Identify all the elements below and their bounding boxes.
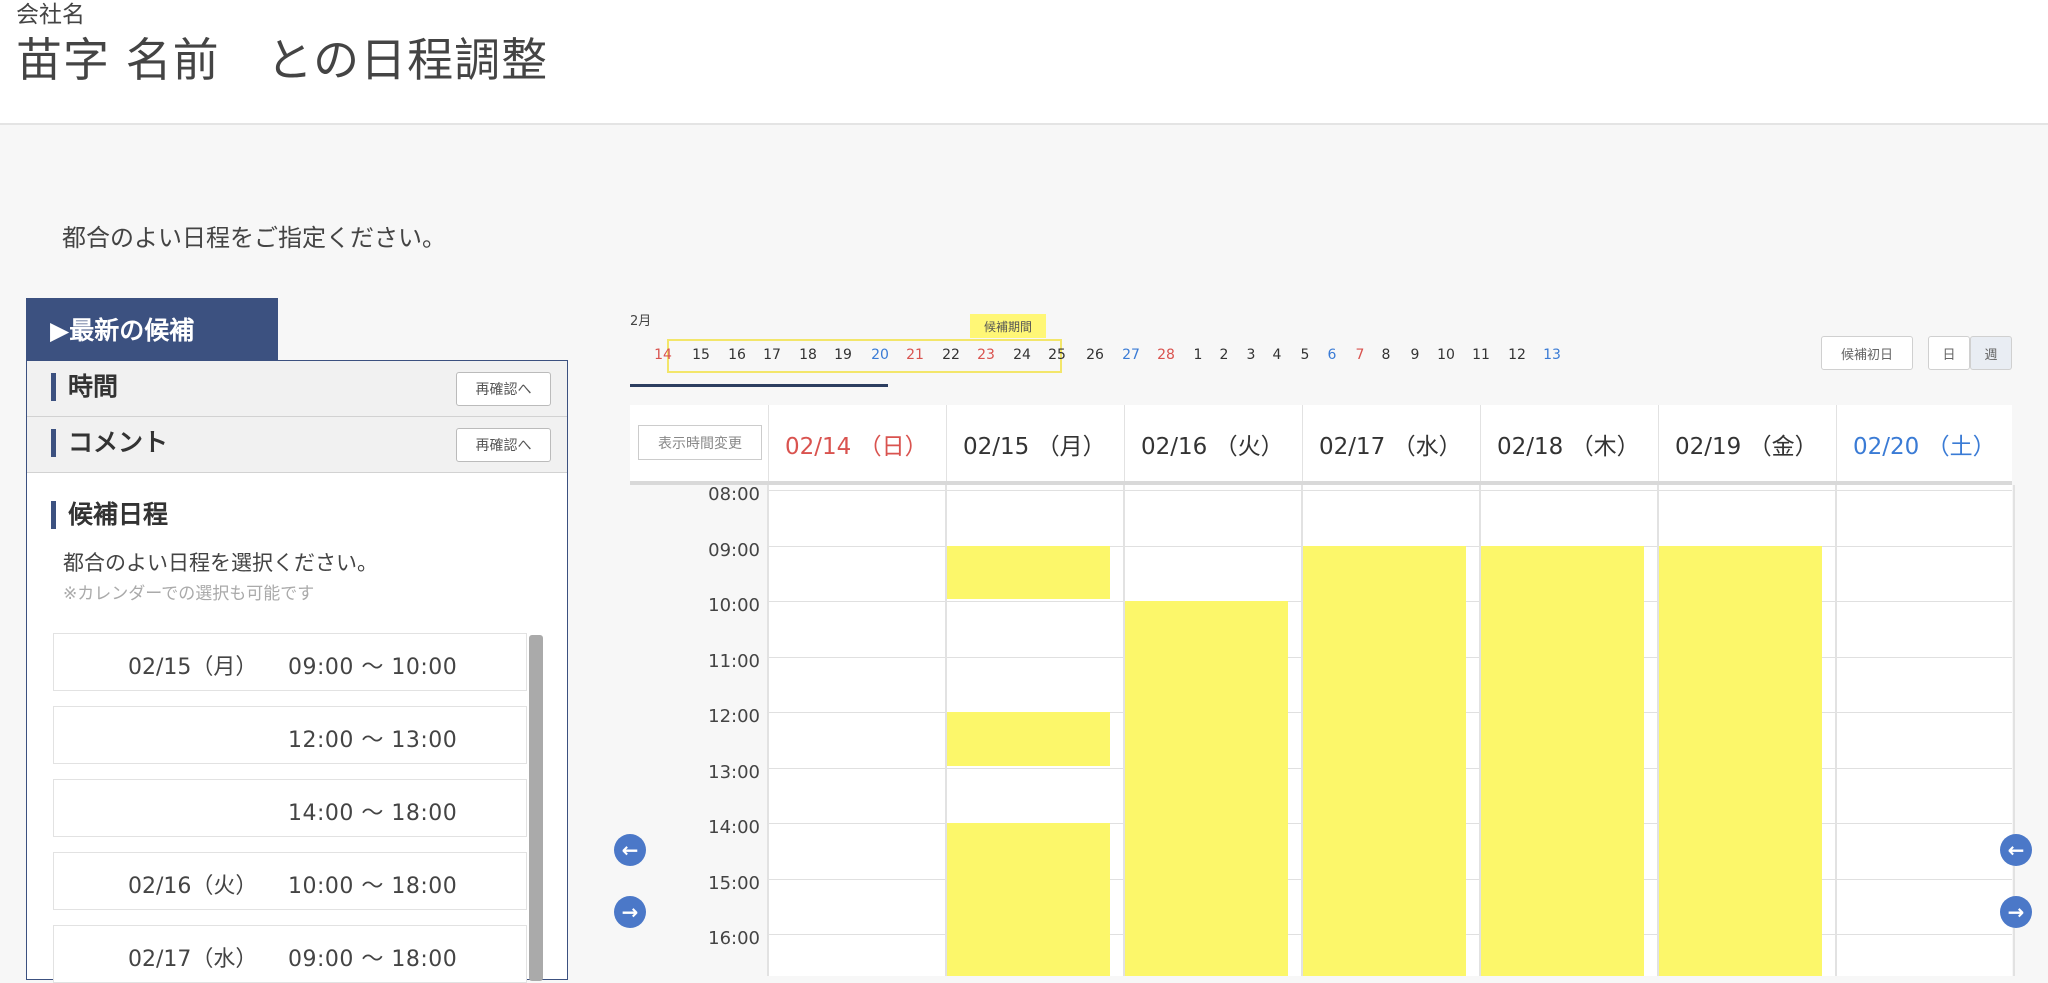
- arrow-right-icon[interactable]: →: [2000, 896, 2032, 928]
- day-header[interactable]: 02/19 （金）: [1658, 405, 1836, 482]
- slot-date: 02/17（水）: [128, 947, 258, 972]
- available-slot-block[interactable]: [1481, 545, 1644, 976]
- mini-calendar-day[interactable]: 14: [648, 347, 678, 363]
- time-label: 10:00: [708, 595, 760, 616]
- mini-calendar-day[interactable]: 20: [865, 347, 895, 363]
- mini-calendar-day[interactable]: 21: [900, 347, 930, 363]
- mini-calendar-day[interactable]: 25: [1042, 347, 1072, 363]
- slot-list-scrollbar[interactable]: [529, 635, 543, 981]
- time-label: 11:00: [708, 650, 760, 672]
- mini-calendar-day[interactable]: 18: [793, 347, 823, 363]
- first-candidate-day-button[interactable]: 候補初日: [1821, 336, 1913, 370]
- time-label: 14:00: [708, 817, 760, 838]
- mini-calendar-day[interactable]: 6: [1317, 347, 1347, 363]
- instruction-text: 都合のよい日程をご指定ください。: [62, 224, 446, 252]
- slot-time: 14:00 〜 18:00: [288, 801, 458, 826]
- arrow-left-icon[interactable]: ←: [614, 834, 646, 866]
- day-header[interactable]: 02/17 （水）: [1302, 405, 1480, 482]
- latest-candidates-tab[interactable]: ▶最新の候補: [26, 298, 278, 360]
- comment-section-label: コメント: [51, 429, 168, 457]
- candidates-title: 候補日程: [51, 501, 168, 529]
- mini-calendar-day[interactable]: 11: [1466, 347, 1496, 363]
- mini-calendar-day[interactable]: 26: [1080, 347, 1110, 363]
- comment-recheck-button[interactable]: 再確認へ: [456, 428, 551, 462]
- available-slot-block[interactable]: [1303, 545, 1466, 976]
- day-view-button[interactable]: 日: [1928, 336, 1970, 370]
- mini-calendar-day[interactable]: 12: [1502, 347, 1532, 363]
- candidate-slot[interactable]: 02/16（火） 10:00 〜 18:00: [53, 852, 527, 910]
- mini-calendar-day[interactable]: 15: [686, 347, 716, 363]
- time-label: 09:00: [708, 539, 760, 561]
- mini-calendar-day[interactable]: 24: [1007, 347, 1037, 363]
- company-name: 会社名: [16, 2, 85, 28]
- arrow-left-icon[interactable]: ←: [2000, 834, 2032, 866]
- day-column-line: [1835, 485, 1837, 976]
- slot-time: 09:00 〜 10:00: [288, 655, 458, 680]
- mini-calendar-day[interactable]: 5: [1290, 347, 1320, 363]
- time-label: 08:00: [708, 484, 760, 505]
- time-label: 12:00: [708, 706, 760, 727]
- mini-calendar-day[interactable]: 23: [971, 347, 1001, 363]
- candidates-note: ※カレンダーでの選択も可能です: [63, 584, 315, 604]
- time-label: 13:00: [708, 761, 760, 783]
- mini-calendar-day[interactable]: 8: [1371, 347, 1401, 363]
- day-header[interactable]: 02/16 （火）: [1124, 405, 1302, 482]
- hour-line: [768, 490, 2012, 491]
- available-slot-block[interactable]: [1125, 601, 1288, 976]
- mini-calendar-day[interactable]: 16: [722, 347, 752, 363]
- mini-calendar-day[interactable]: 9: [1400, 347, 1430, 363]
- candidate-slot[interactable]: 02/17（水） 09:00 〜 18:00: [53, 925, 527, 983]
- mini-calendar-day[interactable]: 13: [1537, 347, 1567, 363]
- header-bar: 会社名 苗字 名前 との日程調整: [0, 0, 2048, 125]
- day-header[interactable]: 02/15 （月）: [946, 405, 1124, 482]
- mini-calendar-day[interactable]: 17: [757, 347, 787, 363]
- candidate-period-badge: 候補期間: [970, 314, 1046, 338]
- time-section: 時間 再確認へ: [27, 361, 567, 417]
- available-slot-block[interactable]: [1659, 545, 1822, 976]
- time-label: 15:00: [708, 872, 760, 894]
- mini-calendar-month: 2月: [630, 314, 652, 329]
- slot-time: 12:00 〜 13:00: [288, 728, 458, 753]
- day-header[interactable]: 02/14 （日）: [768, 405, 946, 482]
- day-header[interactable]: 02/18 （木）: [1480, 405, 1658, 482]
- time-recheck-button[interactable]: 再確認へ: [456, 372, 551, 406]
- candidate-slot[interactable]: 14:00 〜 18:00: [53, 779, 527, 837]
- slot-time: 09:00 〜 18:00: [288, 947, 458, 972]
- day-column-line: [767, 485, 769, 976]
- available-slot-block[interactable]: [947, 545, 1110, 599]
- mini-calendar-day[interactable]: 22: [936, 347, 966, 363]
- slot-time: 10:00 〜 18:00: [288, 874, 458, 899]
- mini-calendar-day[interactable]: 10: [1431, 347, 1461, 363]
- mini-calendar-week-indicator: [630, 384, 888, 387]
- time-label: 16:00: [708, 928, 760, 949]
- mini-calendar-day[interactable]: 28: [1151, 347, 1181, 363]
- available-slot-block[interactable]: [947, 823, 1110, 976]
- available-slot-block[interactable]: [947, 712, 1110, 766]
- slot-date: 02/15（月）: [128, 655, 258, 680]
- candidates-panel: 時間 再確認へ コメント 再確認へ 候補日程 都合のよい日程を選択ください。 ※…: [26, 360, 568, 983]
- arrow-right-icon[interactable]: →: [614, 896, 646, 928]
- mini-calendar-day[interactable]: 27: [1116, 347, 1146, 363]
- day-header[interactable]: 02/20 （土）: [1836, 405, 2014, 482]
- week-view-button[interactable]: 週: [1970, 336, 2012, 370]
- time-section-label: 時間: [51, 373, 118, 401]
- candidate-slot[interactable]: 02/15（月） 09:00 〜 10:00: [53, 633, 527, 691]
- candidate-slot[interactable]: 12:00 〜 13:00: [53, 706, 527, 764]
- slot-date: 02/16（火）: [128, 874, 258, 899]
- mini-calendar-day[interactable]: 19: [828, 347, 858, 363]
- change-display-time-button[interactable]: 表示時間変更: [638, 425, 762, 460]
- candidates-subtitle: 都合のよい日程を選択ください。: [63, 551, 378, 575]
- comment-section: コメント 再確認へ: [27, 417, 567, 473]
- mini-calendar-day[interactable]: 4: [1262, 347, 1292, 363]
- page-title: 苗字 名前 との日程調整: [16, 33, 549, 87]
- mini-calendar-day[interactable]: 2: [1209, 347, 1239, 363]
